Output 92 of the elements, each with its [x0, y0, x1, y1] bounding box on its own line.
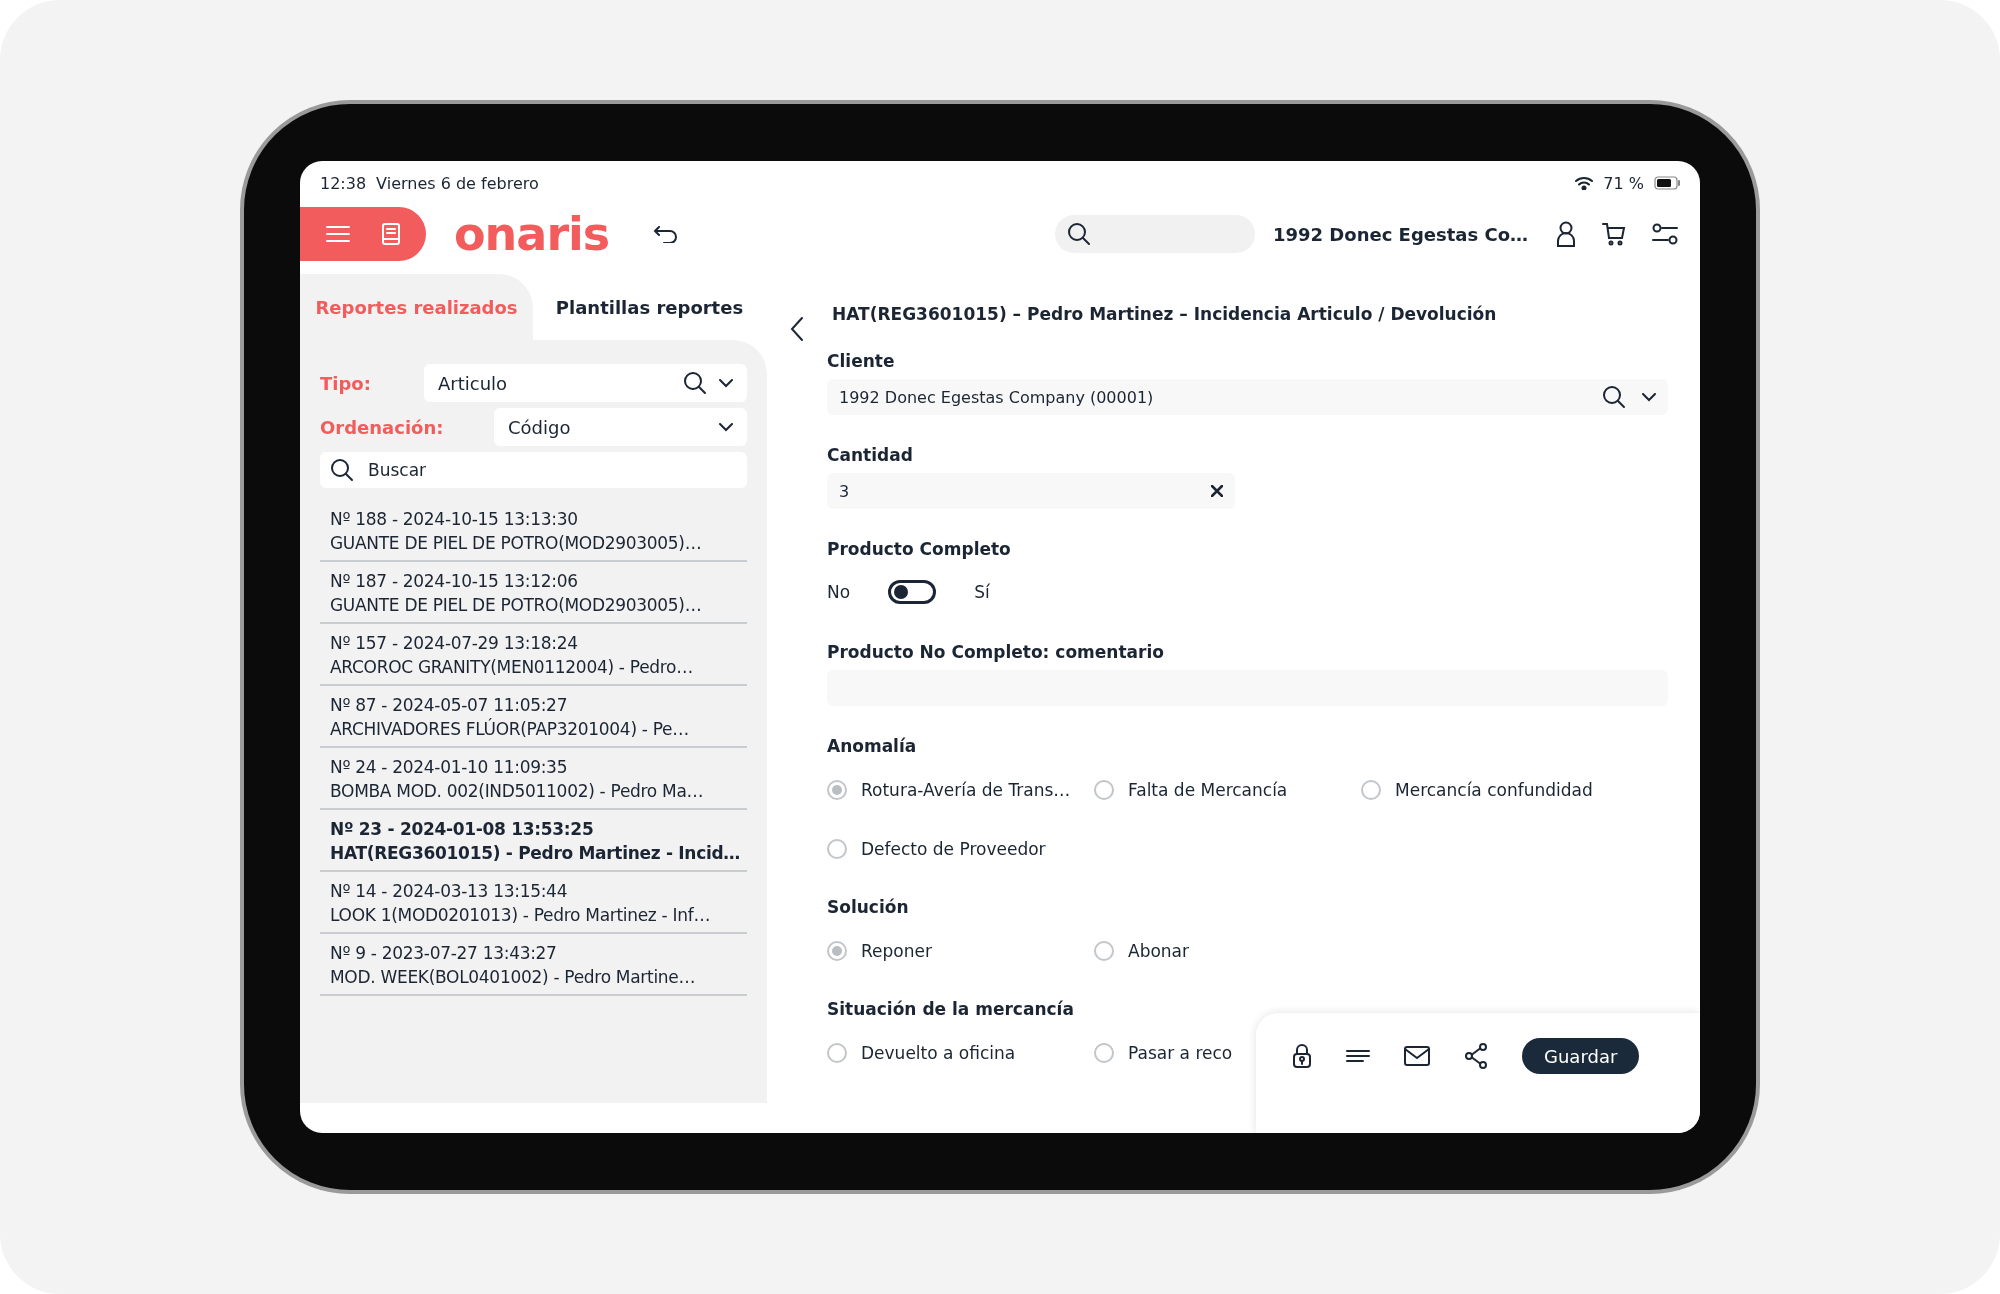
undo-icon[interactable]: [653, 225, 680, 243]
field-label: Situación de la mercancía: [827, 999, 1075, 1019]
report-date: Nº 14 - 2024-03-13 13:15:44: [330, 880, 569, 903]
field-label: Producto Completo: [827, 539, 1012, 559]
lock-icon[interactable]: [1292, 1043, 1312, 1069]
user-icon[interactable]: [1556, 221, 1576, 247]
logo: onaris: [454, 207, 610, 261]
toggle-switch[interactable]: [888, 580, 937, 604]
report-date: Nº 188 - 2024-10-15 13:13:30: [330, 508, 579, 531]
report-date: Nº 187 - 2024-10-15 13:12:06: [330, 570, 579, 593]
search-placeholder: Buscar: [368, 460, 427, 480]
report-title: MOD. WEEK(BOL0401002) - Pedro Martine…: [330, 966, 697, 989]
field-label: Cliente: [827, 351, 896, 371]
radio-button[interactable]: [827, 941, 847, 961]
radio-button[interactable]: [1094, 780, 1114, 800]
filter-settings-icon[interactable]: [1652, 223, 1678, 245]
dropdown[interactable]: Articulo: [424, 364, 747, 402]
report-item[interactable]: Nº 9 - 2023-07-27 13:43:27 MOD. WEEK(BOL0401002) - Pedro Martine…: [320, 934, 747, 996]
radio-label: Falta de Mercancía: [1128, 780, 1288, 800]
report-item[interactable]: Nº 188 - 2024-10-15 13:13:30 GUANTE DE PIEL DE POTRO(MOD2903005)…: [320, 500, 747, 562]
report-item[interactable]: Nº 157 - 2024-07-29 13:18:24 ARCOROC GRANITY(MEN0112004) - Pedro…: [320, 624, 747, 686]
chevron-down-icon[interactable]: [719, 378, 733, 388]
report-date: Nº 9 - 2023-07-27 13:43:27: [330, 942, 558, 965]
radio-label: Rotura-Avería de Trans…: [861, 780, 1071, 800]
radio-label: Devuelto a oficina: [861, 1043, 1016, 1063]
clear-icon[interactable]: [1211, 485, 1223, 497]
radio-button[interactable]: [1094, 941, 1114, 961]
dropdown[interactable]: Código: [494, 408, 747, 446]
field-label: Solución: [827, 897, 910, 917]
report-title: ARCOROC GRANITY(MEN0112004) - Pedro…: [330, 656, 694, 679]
filter-label: Tipo:: [320, 372, 372, 394]
radio-button[interactable]: [1361, 780, 1381, 800]
search-field[interactable]: Buscar: [320, 452, 747, 488]
save-button[interactable]: Guardar: [1522, 1038, 1640, 1074]
radio-button[interactable]: [827, 780, 847, 800]
menu-icon[interactable]: [325, 225, 350, 243]
report-item[interactable]: Nº 14 - 2024-03-13 13:15:44 LOOK 1(MOD0201013) - Pedro Martinez - Inf…: [320, 872, 747, 934]
text-lines-icon[interactable]: [1346, 1049, 1370, 1063]
report-date: Nº 87 - 2024-05-07 11:05:27: [330, 694, 569, 717]
search-icon: [330, 458, 354, 482]
radio-label: Abonar: [1128, 941, 1189, 961]
report-title: GUANTE DE PIEL DE POTRO(MOD2903005)…: [330, 532, 703, 555]
radio-button[interactable]: [827, 839, 847, 859]
company-name[interactable]: 1992 Donec Egestas Co…: [1272, 223, 1528, 245]
search-icon[interactable]: [683, 371, 707, 395]
battery-percent: 71 %: [1603, 173, 1644, 193]
radio-label: Pasar a reco: [1128, 1043, 1233, 1063]
battery-icon: [1654, 176, 1682, 190]
dropdown-value: Articulo: [438, 372, 509, 394]
filter-label: Ordenación:: [320, 416, 445, 438]
field-label: Cantidad: [827, 445, 914, 465]
field-label: Producto No Completo: comentario: [827, 642, 1165, 662]
input-value: 3: [839, 481, 851, 501]
status-date: Viernes 6 de febrero: [376, 173, 539, 193]
wifi-icon: [1575, 176, 1594, 190]
dropdown-value: Código: [508, 416, 572, 438]
search-icon: [1066, 222, 1091, 246]
dropdown-value: 1992 Donec Egestas Company (00001): [839, 387, 1155, 407]
radio-label: Reponer: [861, 941, 932, 961]
search-field[interactable]: [1054, 215, 1255, 253]
cart-icon[interactable]: [1602, 222, 1626, 246]
radio-button[interactable]: [827, 1043, 847, 1063]
toggle-label: No: [827, 582, 851, 602]
tab[interactable]: Plantillas reportes: [533, 274, 766, 340]
status-time: 12:38: [320, 173, 367, 193]
report-date: Nº 157 - 2024-07-29 13:18:24: [330, 632, 579, 655]
report-title: GUANTE DE PIEL DE POTRO(MOD2903005)…: [330, 594, 703, 617]
chevron-down-icon[interactable]: [719, 422, 733, 432]
toggle-label: Sí: [974, 582, 990, 602]
field-label: Anomalía: [827, 736, 918, 756]
search-icon[interactable]: [1602, 385, 1626, 409]
report-item[interactable]: Nº 23 - 2024-01-08 13:53:25 HAT(REG3601015) - Pedro Martinez - Incid…: [320, 810, 747, 872]
chevron-left-icon[interactable]: [790, 316, 804, 342]
report-title: LOOK 1(MOD0201013) - Pedro Martinez - Inf…: [330, 904, 712, 927]
form-title: HAT(REG3601015) – Pedro Martinez – Incidencia Articulo / Devolución: [832, 304, 1498, 324]
mail-icon[interactable]: [1404, 1046, 1430, 1066]
report-title: BOMBA MOD. 002(IND5011002) - Pedro Ma…: [330, 780, 705, 803]
input-field[interactable]: 3: [827, 473, 1235, 509]
radio-label: Defecto de Proveedor: [861, 839, 1046, 859]
chevron-down-icon[interactable]: [1642, 392, 1656, 402]
report-item[interactable]: Nº 24 - 2024-01-10 11:09:35 BOMBA MOD. 002(IND5011002) - Pedro Ma…: [320, 748, 747, 810]
dropdown[interactable]: 1992 Donec Egestas Company (00001): [827, 379, 1668, 415]
book-icon[interactable]: [380, 222, 401, 246]
report-item[interactable]: Nº 187 - 2024-10-15 13:12:06 GUANTE DE PIEL DE POTRO(MOD2903005)…: [320, 562, 747, 624]
radio-button[interactable]: [1094, 1043, 1114, 1063]
report-title: HAT(REG3601015) - Pedro Martinez - Incid…: [330, 842, 737, 865]
radio-label: Mercancía confundidad: [1395, 780, 1593, 800]
report-date: Nº 23 - 2024-01-08 13:53:25: [330, 818, 595, 841]
report-date: Nº 24 - 2024-01-10 11:09:35: [330, 756, 569, 779]
report-title: ARCHIVADORES FLÚOR(PAP3201004) - Pe…: [330, 717, 690, 741]
report-item[interactable]: Nº 87 - 2024-05-07 11:05:27 ARCHIVADORES FLÚOR(PAP3201004) - Pe…: [320, 686, 747, 748]
share-icon[interactable]: [1464, 1043, 1488, 1069]
